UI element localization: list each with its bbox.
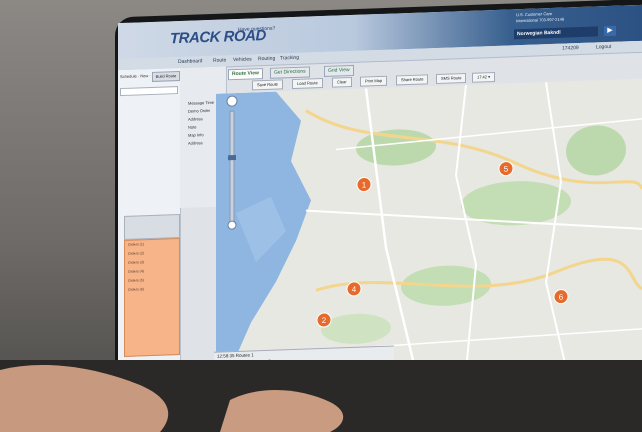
list-item[interactable]: Orders (6) [125,284,179,295]
print-map-button[interactable]: Print Map [360,75,388,87]
zoom-slider-handle[interactable] [228,155,236,161]
account-select[interactable]: Norwegian Bakndl [514,26,598,40]
contact-line: International 703-997-2146 [516,16,565,24]
clear-button[interactable]: Clear [332,76,352,88]
go-arrow-icon[interactable]: ▶ [604,25,616,37]
nav-item-dashboard[interactable]: Dashboard [178,58,202,65]
schedule-select[interactable] [120,86,178,97]
map-canvas: 1 2 3 4 5 6 [216,78,642,380]
zoom-slider-track[interactable] [229,110,235,224]
marker-label: 1 [362,180,367,189]
sms-route-button[interactable]: SMS Route [436,72,467,85]
marker-label: 2 [322,316,327,325]
route-marker-5[interactable]: 5 [498,161,514,177]
sidebar: Schedule · Now · Orders · Build Route Or… [118,67,181,381]
tab-grid-view[interactable]: Grid View [324,64,354,77]
zoom-out-icon[interactable] [227,220,237,230]
route-marker-1[interactable]: 1 [356,177,372,193]
account-id: 174209 [562,45,579,52]
load-route-button[interactable]: Load Route [292,78,323,90]
marker-label: 5 [504,165,509,174]
tab-route-view[interactable]: Route View [228,68,263,81]
pan-icon[interactable] [226,95,238,107]
logout-link[interactable]: Logout [596,44,611,51]
order-grid-header [124,213,180,240]
zoom-control[interactable] [226,95,238,231]
tab-get-directions[interactable]: Get Directions [270,66,310,79]
hands-on-keyboard [0,360,642,432]
share-route-button[interactable]: Share Route [396,74,429,86]
contact-info: U.S. Customer Care International 703-997… [516,11,564,25]
save-route-button[interactable]: Save Route [252,79,283,91]
nav-item-vehicles[interactable]: Vehicles [233,56,252,63]
nav-item-tracking[interactable]: Tracking [280,55,299,62]
marker-label: 4 [352,285,357,294]
time-select[interactable]: 17:42 ▾ [472,71,496,83]
build-route-button[interactable]: Build Route [152,70,180,82]
route-marker-4[interactable]: 4 [346,281,362,297]
nav-item-route[interactable]: Route [213,57,226,63]
nav-item-routing[interactable]: Routing [258,56,275,63]
marker-label: 6 [559,293,564,302]
screen: TRACK ROAD Have questions? U.S. Customer… [118,4,642,384]
orders-list: Orders (1) Orders (2) Orders (3) Orders … [124,237,180,357]
route-map[interactable]: 1 2 3 4 5 6 [216,78,642,380]
route-marker-6[interactable]: 6 [553,289,569,305]
help-link[interactable]: Have questions? [238,26,275,33]
route-marker-2[interactable]: 2 [316,312,332,328]
